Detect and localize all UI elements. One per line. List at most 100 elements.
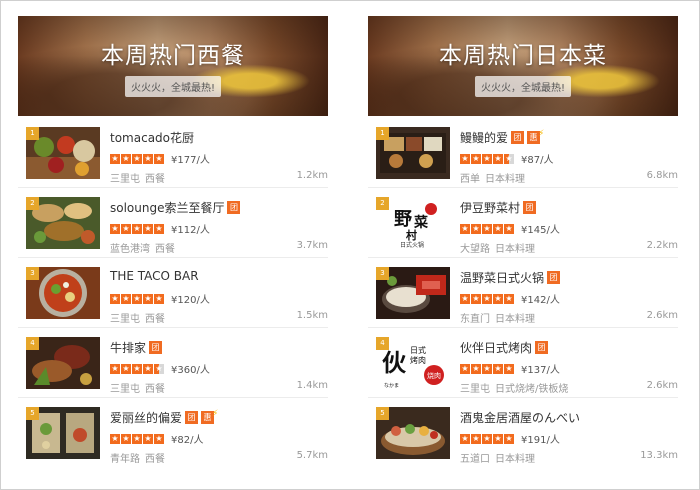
star-icon: ★ xyxy=(154,223,164,234)
star-icon: ★ xyxy=(143,363,153,374)
distance: 6.8km xyxy=(646,170,678,181)
rating-row: ★ ★ ★ ★ ★ ¥177/人 xyxy=(110,151,210,166)
restaurant-item[interactable]: 2 solounge索兰至餐厅 团 ★ ★ ★ ★ ★ ¥112/人 蓝色港湾 西餐 3.… xyxy=(18,188,328,258)
area: 三里屯 xyxy=(110,174,140,185)
star-icon: ★ xyxy=(482,363,492,374)
name-row: 伙伴日式烤肉 团 xyxy=(460,339,549,356)
avg-price: ¥145/人 xyxy=(521,225,560,236)
svg-text:なかま: なかま xyxy=(384,382,399,389)
restaurant-item[interactable]: 3 温野菜日式火锅 团 ★ ★ ★ ★ ★ ¥142/人 东直门 日本料理 2.6km xyxy=(368,258,678,328)
star-rating: ★ ★ ★ ★ ★ xyxy=(110,153,165,164)
restaurant-item[interactable]: 野菜村日式火锅 2 伊豆野菜村 团 ★ ★ ★ ★ ★ ¥145/人 大望路 日本料理 2… xyxy=(368,188,678,258)
cuisine: 西餐 xyxy=(145,384,165,395)
restaurant-item[interactable]: 伙なかま 日式 烤肉 烧肉 4 伙伴日式烤肉 团 ★ ★ ★ ★ ★ ¥137/人 三里屯 日式… xyxy=(368,328,678,398)
rating-row: ★ ★ ★ ★ ★ ¥112/人 xyxy=(110,221,210,236)
name-row: solounge索兰至餐厅 团 xyxy=(110,199,241,216)
location-cuisine: 五道口 日本料理 xyxy=(460,450,535,465)
group-deal-badge: 团 xyxy=(547,271,561,284)
name-row: 温野菜日式火锅 团 xyxy=(460,269,561,286)
star-icon: ★ xyxy=(143,293,153,304)
location-cuisine: 青年路 西餐 xyxy=(110,450,165,465)
restaurant-name[interactable]: solounge索兰至餐厅 xyxy=(110,199,224,216)
banner-title: 本周热门日本菜 xyxy=(439,43,607,69)
rating-row: ★ ★ ★ ★ ★ ¥87/人 xyxy=(460,151,553,166)
avg-price: ¥137/人 xyxy=(521,365,560,376)
svg-text:烤肉: 烤肉 xyxy=(410,355,426,365)
rating-row: ★ ★ ★ ★ ★ ¥142/人 xyxy=(460,291,560,306)
star-icon: ★ xyxy=(121,363,131,374)
avg-price: ¥177/人 xyxy=(171,155,210,166)
restaurant-name[interactable]: tomacado花厨 xyxy=(110,129,194,146)
japanese-banner[interactable]: 本周热门日本菜 火火火，全城最热! xyxy=(368,16,678,116)
lightning-icon: ⚡ xyxy=(212,408,219,419)
avg-price: ¥120/人 xyxy=(171,295,210,306)
star-rating: ★ ★ ★ ★ ★ xyxy=(110,363,165,374)
avg-price: ¥82/人 xyxy=(171,435,204,446)
location-cuisine: 西单 日本料理 xyxy=(460,170,525,185)
star-rating: ★ ★ ★ ★ ★ xyxy=(460,223,515,234)
star-icon: ★ xyxy=(504,433,514,444)
rank-badge: 3 xyxy=(376,267,389,280)
restaurant-name[interactable]: 牛排家 xyxy=(110,339,146,356)
star-icon: ★ xyxy=(493,223,503,234)
area: 五道口 xyxy=(460,454,490,465)
rank-badge: 2 xyxy=(26,197,39,210)
star-icon: ★ xyxy=(143,153,153,164)
star-icon: ★ xyxy=(132,433,142,444)
restaurant-item[interactable]: 4 牛排家 团 ★ ★ ★ ★ ★ ¥360/人 三里屯 西餐 1.4km xyxy=(18,328,328,398)
star-icon: ★ xyxy=(493,153,503,164)
distance: 2.2km xyxy=(646,240,678,251)
svg-text:日式火锅: 日式火锅 xyxy=(400,241,424,249)
area: 蓝色港湾 xyxy=(110,244,150,255)
restaurant-name[interactable]: THE TACO BAR xyxy=(110,269,199,283)
star-icon: ★ xyxy=(121,433,131,444)
distance: 1.5km xyxy=(296,310,328,321)
star-rating: ★ ★ ★ ★ ★ xyxy=(460,153,515,164)
cuisine: 日本料理 xyxy=(495,244,535,255)
restaurant-name[interactable]: 伙伴日式烤肉 xyxy=(460,339,532,356)
star-icon: ★ xyxy=(493,363,503,374)
svg-text:烧肉: 烧肉 xyxy=(427,371,441,380)
banner-tag: 火火火，全城最热! xyxy=(474,76,572,97)
restaurant-item[interactable]: 1 tomacado花厨 ★ ★ ★ ★ ★ ¥177/人 三里屯 西餐 1.2km xyxy=(18,118,328,188)
rating-row: ★ ★ ★ ★ ★ ¥191/人 xyxy=(460,431,560,446)
rating-row: ★ ★ ★ ★ ★ ¥145/人 xyxy=(460,221,560,236)
cuisine: 日本料理 xyxy=(495,314,535,325)
star-rating: ★ ★ ★ ★ ★ xyxy=(110,293,165,304)
avg-price: ¥112/人 xyxy=(171,225,210,236)
western-banner[interactable]: 本周热门西餐 火火火，全城最热! xyxy=(18,16,328,116)
distance: 1.2km xyxy=(296,170,328,181)
half-star-icon: ★ xyxy=(154,363,164,374)
rank-badge: 3 xyxy=(26,267,39,280)
star-icon: ★ xyxy=(471,223,481,234)
star-icon: ★ xyxy=(110,433,120,444)
distance: 2.6km xyxy=(646,380,678,391)
half-star-icon: ★ xyxy=(504,153,514,164)
star-icon: ★ xyxy=(460,363,470,374)
star-icon: ★ xyxy=(493,433,503,444)
rank-badge: 4 xyxy=(376,337,389,350)
rating-row: ★ ★ ★ ★ ★ ¥120/人 xyxy=(110,291,210,306)
area: 青年路 xyxy=(110,454,140,465)
star-icon: ★ xyxy=(504,223,514,234)
restaurant-name[interactable]: 伊豆野菜村 xyxy=(460,199,520,216)
banner-tag: 火火火，全城最热! xyxy=(124,76,222,97)
star-icon: ★ xyxy=(121,223,131,234)
rank-badge: 1 xyxy=(376,127,389,140)
western-food-column: 本周热门西餐 火火火，全城最热! 1 tomacado花厨 ★ ★ ★ ★ ★ ¥177… xyxy=(18,16,328,468)
restaurant-name[interactable]: 爱丽丝的偏爱 xyxy=(110,409,182,426)
restaurant-item[interactable]: 3 THE TACO BAR ★ ★ ★ ★ ★ ¥120/人 三里屯 西餐 1.5km xyxy=(18,258,328,328)
restaurant-name[interactable]: 温野菜日式火锅 xyxy=(460,269,544,286)
star-icon: ★ xyxy=(504,363,514,374)
restaurant-name[interactable]: 酒鬼金居酒屋のんべい xyxy=(460,409,580,426)
restaurant-list: 1 tomacado花厨 ★ ★ ★ ★ ★ ¥177/人 三里屯 西餐 1.2km 2 … xyxy=(18,118,328,468)
star-icon: ★ xyxy=(154,153,164,164)
star-icon: ★ xyxy=(110,223,120,234)
star-icon: ★ xyxy=(154,293,164,304)
restaurant-item[interactable]: 5 爱丽丝的偏爱 团 惠 ⚡ ★ ★ ★ ★ ★ ¥82/人 青年路 西餐 5.7km xyxy=(18,398,328,468)
restaurant-item[interactable]: 5 酒鬼金居酒屋のんべい ★ ★ ★ ★ ★ ¥191/人 五道口 日本料理 13.3km xyxy=(368,398,678,468)
restaurant-item[interactable]: 1 鳗鳗的爱 团 惠 ⚡ ★ ★ ★ ★ ★ ¥87/人 西单 日本料理 6.8km xyxy=(368,118,678,188)
rank-badge: 5 xyxy=(376,407,389,420)
svg-text:日式: 日式 xyxy=(410,345,426,355)
restaurant-name[interactable]: 鳗鳗的爱 xyxy=(460,129,508,146)
